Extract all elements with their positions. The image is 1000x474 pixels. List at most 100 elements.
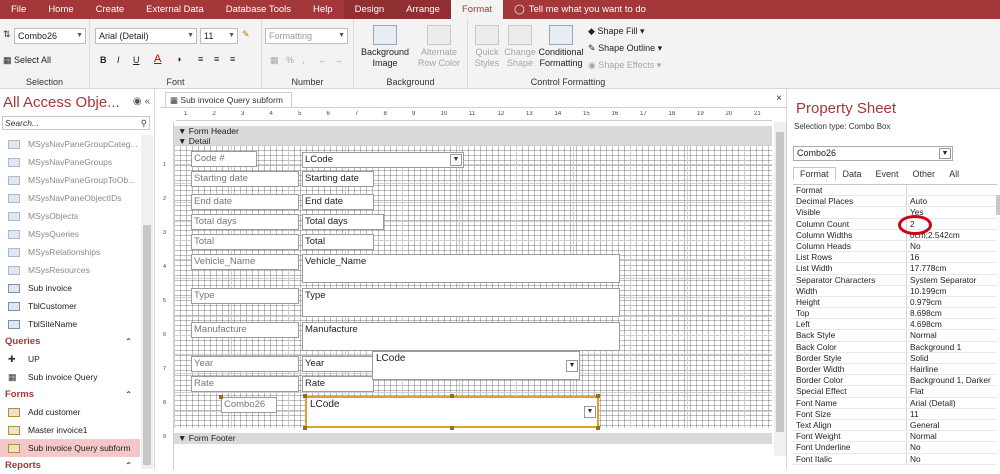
property-value[interactable]: Background 1 <box>907 342 997 352</box>
property-value[interactable]: Hairline <box>907 364 997 374</box>
nav-section-queries[interactable]: Queries ⌃ <box>0 333 140 350</box>
property-value[interactable]: Normal <box>907 431 997 441</box>
nav-section-forms[interactable]: Forms ⌃ <box>0 386 140 403</box>
tab-external-data[interactable]: External Data <box>135 0 215 19</box>
fill-color-icon[interactable]: ◑ <box>176 54 181 64</box>
label-combo26[interactable]: Combo26 <box>221 397 277 413</box>
chevron-down-icon[interactable]: ▼ <box>566 360 578 372</box>
property-row[interactable]: Back Color Background 1 <box>793 341 997 353</box>
comma-button[interactable]: , <box>302 55 305 65</box>
label-end-date[interactable]: End date <box>191 194 299 210</box>
property-value[interactable]: No <box>907 241 997 251</box>
property-row[interactable]: Font Name Arial (Detail) <box>793 397 997 409</box>
field-vehicle-name[interactable]: Vehicle_Name <box>302 254 620 283</box>
form-footer-bar[interactable]: ▼ Form Footer <box>174 433 772 444</box>
resize-handle[interactable] <box>450 426 454 430</box>
nav-item-table[interactable]: MSysRelationships <box>0 243 140 261</box>
nav-item-table[interactable]: MSysNavPaneGroupToOb... <box>0 171 140 189</box>
shape-effects-button[interactable]: ◉ Shape Effects ▾ <box>588 60 661 71</box>
property-value[interactable]: Arial (Detail) <box>907 398 997 408</box>
nav-item-table[interactable]: MSysResources <box>0 261 140 279</box>
field-total-days[interactable]: Total days <box>302 214 384 230</box>
property-value[interactable] <box>907 185 997 195</box>
tab-file[interactable]: File <box>0 0 37 19</box>
change-shape-button[interactable]: Change Shape <box>503 25 537 69</box>
label-manufacture[interactable]: Manufacture <box>191 322 299 338</box>
resize-handle[interactable] <box>596 394 600 398</box>
font-color-icon[interactable]: A <box>154 53 161 65</box>
property-row[interactable]: Left 4.698cm <box>793 319 997 331</box>
tell-me-box[interactable]: ◯ Tell me what you want to do <box>503 0 657 19</box>
label-rate[interactable]: Rate <box>191 376 299 392</box>
alternate-row-color-button[interactable]: Alternate Row Color <box>412 25 466 69</box>
bold-button[interactable]: B <box>100 55 107 65</box>
property-value[interactable]: 0.979cm <box>907 297 997 307</box>
font-size-select[interactable]: 11 ▼ <box>200 28 238 44</box>
property-object-select[interactable]: Combo26 ▼ <box>793 146 953 161</box>
move-handle[interactable] <box>219 395 223 399</box>
property-value[interactable]: General <box>907 420 997 430</box>
align-left-icon[interactable]: ≡ <box>198 54 203 64</box>
field-code-combo[interactable]: LCode ▼ <box>302 152 464 168</box>
background-image-button[interactable]: Background Image <box>358 25 412 69</box>
property-row[interactable]: Border Width Hairline <box>793 364 997 376</box>
field-rate[interactable]: Rate <box>302 376 374 392</box>
italic-button[interactable]: I <box>117 55 120 65</box>
property-scroll-thumb[interactable] <box>996 195 1000 215</box>
property-row[interactable]: Column Heads No <box>793 240 997 253</box>
property-row[interactable]: Border Color Background 1, Darker <box>793 375 997 387</box>
number-format-select[interactable]: Formatting ▼ <box>265 28 348 44</box>
property-value[interactable]: Background 1, Darker <box>907 375 997 385</box>
label-starting-date[interactable]: Starting date <box>191 171 299 187</box>
property-row[interactable]: List Width 17.778cm <box>793 263 997 275</box>
design-scrollbar[interactable] <box>774 122 786 456</box>
document-tab[interactable]: ▦ Sub invoice Query subform <box>165 92 292 107</box>
currency-icon[interactable]: ▦ <box>270 55 279 66</box>
nav-item-query[interactable]: ✚ UP <box>0 350 140 368</box>
property-row[interactable]: Width 10.199cm <box>793 285 997 297</box>
property-value[interactable]: 16 <box>907 252 997 262</box>
property-row[interactable]: Visible Yes <box>793 207 997 219</box>
property-row[interactable]: Border Style Solid <box>793 352 997 364</box>
shape-outline-button[interactable]: ✎ Shape Outline ▾ <box>588 43 662 54</box>
property-row[interactable]: Font Italic No <box>793 453 997 465</box>
nav-item-form[interactable]: Master invoice1 <box>0 421 140 439</box>
property-row[interactable]: Decimal Places Auto <box>793 196 997 208</box>
underline-button[interactable]: U <box>133 55 140 65</box>
nav-item-form[interactable]: Add customer <box>0 403 140 421</box>
property-value[interactable]: No <box>907 442 997 452</box>
nav-item-table[interactable]: MSysNavPaneObjectIDs <box>0 189 140 207</box>
label-vehicle-name[interactable]: Vehicle_Name <box>191 254 299 270</box>
collapse-icon[interactable]: « <box>144 96 150 107</box>
property-value[interactable]: Solid <box>907 353 997 363</box>
property-row[interactable]: Separator Characters System Separator <box>793 274 997 286</box>
resize-handle[interactable] <box>303 394 307 398</box>
property-row[interactable]: Special Effect Flat <box>793 386 997 398</box>
property-value[interactable]: Auto <box>907 196 997 206</box>
tab-create[interactable]: Create <box>85 0 136 19</box>
nav-item-table[interactable]: MSysQueries <box>0 225 140 243</box>
property-row[interactable]: Column Count 2 <box>793 218 997 230</box>
resize-handle[interactable] <box>303 426 307 430</box>
increase-decimal-icon[interactable]: ← <box>318 55 327 65</box>
align-right-icon[interactable]: ≡ <box>230 54 235 64</box>
nav-scroll-thumb[interactable] <box>143 225 151 465</box>
property-row[interactable]: Font Weight Normal <box>793 431 997 443</box>
combo26-control[interactable]: LCode ▼ <box>305 396 599 428</box>
property-tab-all[interactable]: All <box>942 167 966 181</box>
property-row[interactable]: List Rows 16 <box>793 252 997 264</box>
nav-item-table[interactable]: TblCustomer <box>0 297 140 315</box>
property-tab-format[interactable]: Format <box>793 167 836 181</box>
property-row[interactable]: Back Style Normal <box>793 330 997 342</box>
close-icon[interactable]: × <box>776 93 782 104</box>
property-value[interactable]: 11 <box>907 409 997 419</box>
decrease-decimal-icon[interactable]: → <box>334 55 343 65</box>
field-end-date[interactable]: End date <box>302 194 374 210</box>
field-starting-date[interactable]: Starting date <box>302 171 374 187</box>
property-value[interactable]: 8.698cm <box>907 308 997 318</box>
nav-item-table[interactable]: TblSiteName <box>0 315 140 333</box>
nav-item-table[interactable]: MSysObjects <box>0 207 140 225</box>
object-selector[interactable]: Combo26 ▼ <box>14 28 86 44</box>
property-value[interactable]: Normal <box>907 330 997 340</box>
tab-arrange[interactable]: Arrange <box>395 0 451 19</box>
